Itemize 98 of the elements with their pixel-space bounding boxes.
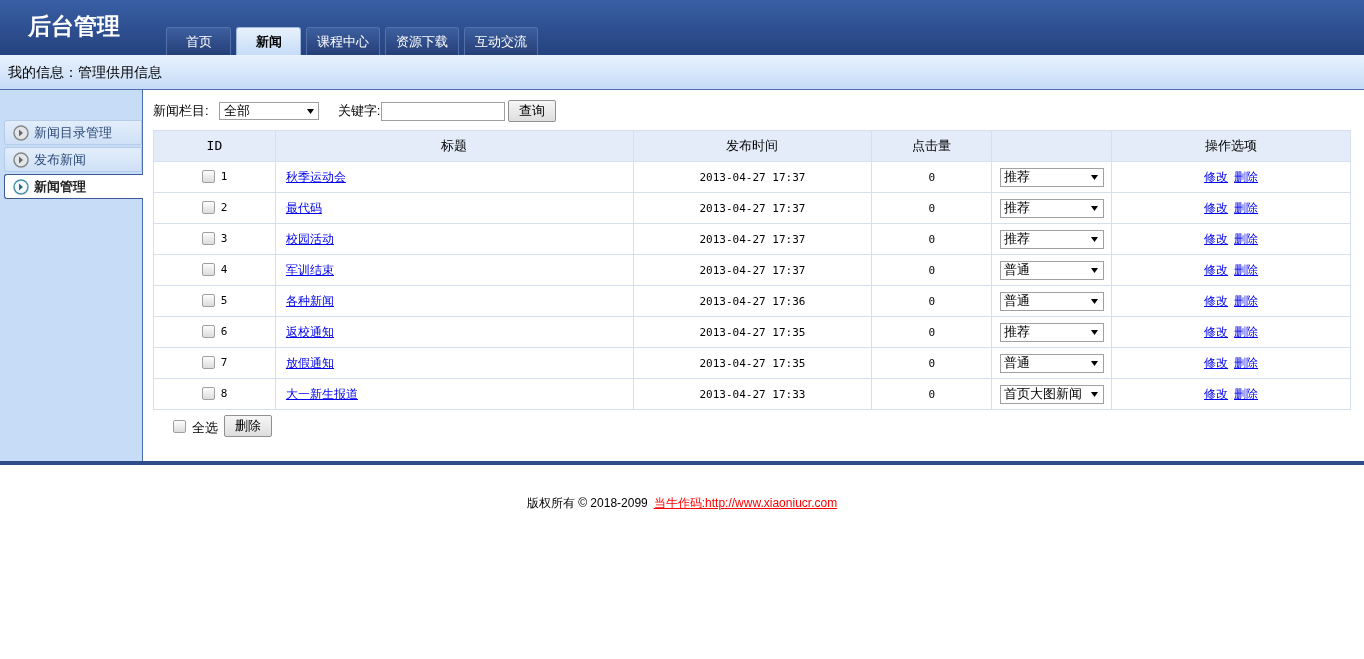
title-link[interactable]: 放假通知	[285, 356, 334, 370]
status-select[interactable]: 首页大图新闻	[1000, 384, 1105, 404]
search-button[interactable]: 查询	[508, 100, 557, 122]
caret-icon	[1091, 328, 1099, 336]
nav-tab[interactable]: 课程中心	[306, 27, 380, 55]
sidebar-item[interactable]: 发布新闻	[4, 147, 142, 172]
delete-link[interactable]: 删除	[1234, 261, 1259, 279]
sidebar-item[interactable]: 新闻目录管理	[4, 120, 142, 145]
nav-tab[interactable]: 资源下载	[385, 27, 459, 55]
keyword-field[interactable]	[381, 101, 506, 121]
checkbox[interactable]	[173, 419, 186, 433]
column-header: ID	[153, 130, 276, 162]
category-label: 新闻栏目:	[153, 102, 209, 121]
caret-icon	[1091, 173, 1099, 181]
status-select[interactable]: 普通	[1000, 260, 1105, 280]
clicks-cell: 0	[928, 263, 936, 277]
delete-button[interactable]: 删除	[224, 415, 272, 437]
delete-link[interactable]: 删除	[1234, 354, 1259, 372]
clicks-cell: 0	[928, 232, 936, 246]
delete-link[interactable]: 删除	[1234, 292, 1259, 310]
checkbox[interactable]	[201, 231, 215, 245]
time-cell: 2013-04-27 17:37	[699, 170, 806, 184]
id-cell: 3	[220, 231, 228, 248]
title-link[interactable]: 秋季运动会	[285, 170, 346, 184]
caret-icon	[1091, 390, 1099, 398]
caret-icon	[306, 107, 314, 115]
time-cell: 2013-04-27 17:35	[699, 356, 806, 370]
caret-icon	[1091, 359, 1099, 367]
title-link[interactable]: 返校通知	[285, 325, 334, 339]
clicks-cell: 0	[928, 294, 936, 308]
id-cell: 5	[220, 293, 228, 310]
edit-link[interactable]: 修改	[1204, 354, 1229, 372]
caret-icon	[1091, 235, 1099, 243]
status-select[interactable]: 普通	[1000, 353, 1105, 373]
checkbox[interactable]	[201, 386, 215, 400]
caret-icon	[1091, 204, 1099, 212]
nav-tab[interactable]: 新闻	[236, 27, 301, 55]
sidebar-item[interactable]: 新闻管理	[4, 174, 143, 199]
id-cell: 6	[220, 324, 228, 341]
delete-link[interactable]: 删除	[1234, 199, 1259, 217]
title-link[interactable]: 军训结束	[285, 263, 334, 277]
id-cell: 2	[220, 200, 228, 217]
edit-link[interactable]: 修改	[1204, 323, 1229, 341]
status-select[interactable]: 推荐	[1000, 229, 1105, 249]
caret-icon	[1091, 297, 1099, 305]
time-cell: 2013-04-27 17:37	[699, 232, 806, 246]
status-select[interactable]: 普通	[1000, 291, 1105, 311]
select-all-label: 全选	[192, 419, 218, 438]
id-cell: 4	[220, 262, 228, 279]
time-cell: 2013-04-27 17:33	[699, 387, 806, 401]
delete-link[interactable]: 删除	[1234, 385, 1259, 403]
edit-link[interactable]: 修改	[1204, 385, 1229, 403]
title-link[interactable]: 大一新生报道	[285, 387, 358, 401]
clicks-cell: 0	[928, 325, 936, 339]
column-header: 标题	[275, 130, 634, 162]
edit-link[interactable]: 修改	[1204, 292, 1229, 310]
delete-link[interactable]: 删除	[1234, 168, 1259, 186]
status-select[interactable]: 推荐	[1000, 198, 1105, 218]
checkbox[interactable]	[201, 169, 215, 183]
site-title: 后台管理	[28, 11, 121, 42]
title-link[interactable]: 校园活动	[285, 232, 334, 246]
clicks-cell: 0	[928, 170, 936, 184]
time-cell: 2013-04-27 17:36	[699, 294, 806, 308]
keyword-label: 关键字:	[337, 102, 381, 121]
caret-icon	[1091, 266, 1099, 274]
status-select[interactable]: 推荐	[1000, 322, 1105, 342]
id-cell: 8	[220, 386, 228, 403]
edit-link[interactable]: 修改	[1204, 230, 1229, 248]
delete-link[interactable]: 删除	[1234, 230, 1259, 248]
time-cell: 2013-04-27 17:37	[699, 201, 806, 215]
checkbox[interactable]	[201, 262, 215, 276]
checkbox[interactable]	[201, 293, 215, 307]
clicks-cell: 0	[928, 356, 936, 370]
edit-link[interactable]: 修改	[1204, 199, 1229, 217]
id-cell: 1	[220, 169, 228, 186]
status-select[interactable]: 推荐	[1000, 167, 1105, 187]
column-header: 发布时间	[633, 130, 872, 162]
id-cell: 7	[220, 355, 228, 372]
column-header: 操作选项	[1111, 130, 1351, 162]
title-link[interactable]: 各种新闻	[285, 294, 334, 308]
edit-link[interactable]: 修改	[1204, 168, 1229, 186]
checkbox[interactable]	[201, 200, 215, 214]
clicks-cell: 0	[928, 387, 936, 401]
time-cell: 2013-04-27 17:37	[699, 263, 806, 277]
nav-tab[interactable]: 互动交流	[464, 27, 538, 55]
copyright-text: 版权所有 © 2018-2099	[526, 495, 648, 512]
category-select[interactable]: 全部	[218, 102, 319, 120]
edit-link[interactable]: 修改	[1204, 261, 1229, 279]
title-link[interactable]: 最代码	[285, 201, 322, 215]
delete-link[interactable]: 删除	[1234, 323, 1259, 341]
checkbox[interactable]	[201, 355, 215, 369]
column-header: 点击量	[871, 130, 992, 162]
checkbox[interactable]	[201, 324, 215, 338]
clicks-cell: 0	[928, 201, 936, 215]
nav-tab[interactable]: 首页	[166, 27, 231, 55]
time-cell: 2013-04-27 17:35	[699, 325, 806, 339]
info-bar: 我的信息：管理供用信息	[0, 55, 1364, 90]
footer-link[interactable]: 当牛作码:http://www.xiaoniucr.com	[653, 494, 838, 512]
